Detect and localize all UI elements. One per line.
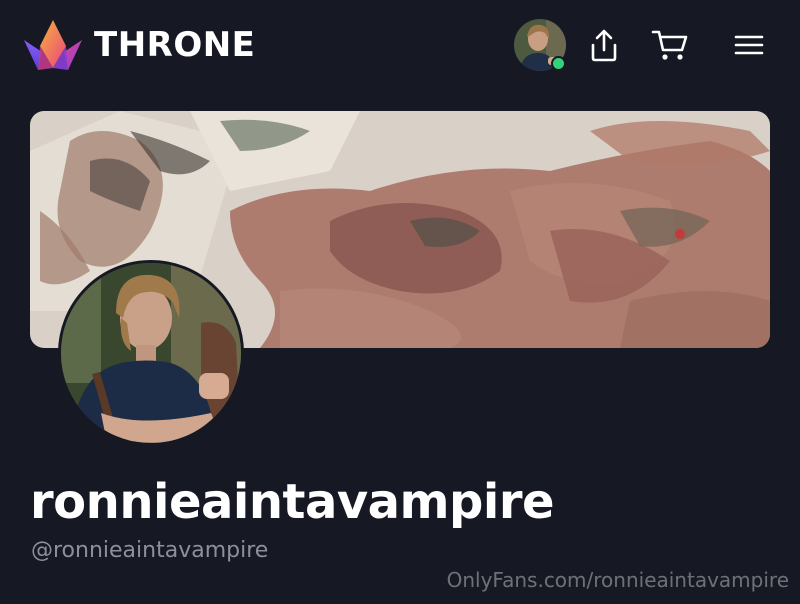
watermark-text: OnlyFans.com/ronnieaintavampire xyxy=(446,568,789,592)
menu-button[interactable] xyxy=(729,25,769,65)
user-avatar[interactable] xyxy=(514,19,566,71)
brand-name: THRONE xyxy=(94,25,256,65)
cart-button[interactable] xyxy=(650,25,690,65)
cart-icon xyxy=(651,30,688,60)
profile-page: THRONE ronnieaintavampire @ronnieaintava… xyxy=(0,0,800,604)
profile-display-name: ronnieaintavampire xyxy=(30,474,555,530)
profile-handle: @ronnieaintavampire xyxy=(31,538,269,563)
hamburger-menu-icon xyxy=(734,35,764,55)
online-status-indicator xyxy=(551,56,566,71)
share-icon xyxy=(591,29,617,62)
throne-logo[interactable]: THRONE xyxy=(22,18,255,72)
top-nav-bar: THRONE xyxy=(0,0,800,92)
profile-photo xyxy=(61,263,241,443)
share-button[interactable] xyxy=(584,25,624,65)
throne-crown-logo-icon xyxy=(24,20,82,70)
profile-avatar[interactable] xyxy=(58,260,244,446)
